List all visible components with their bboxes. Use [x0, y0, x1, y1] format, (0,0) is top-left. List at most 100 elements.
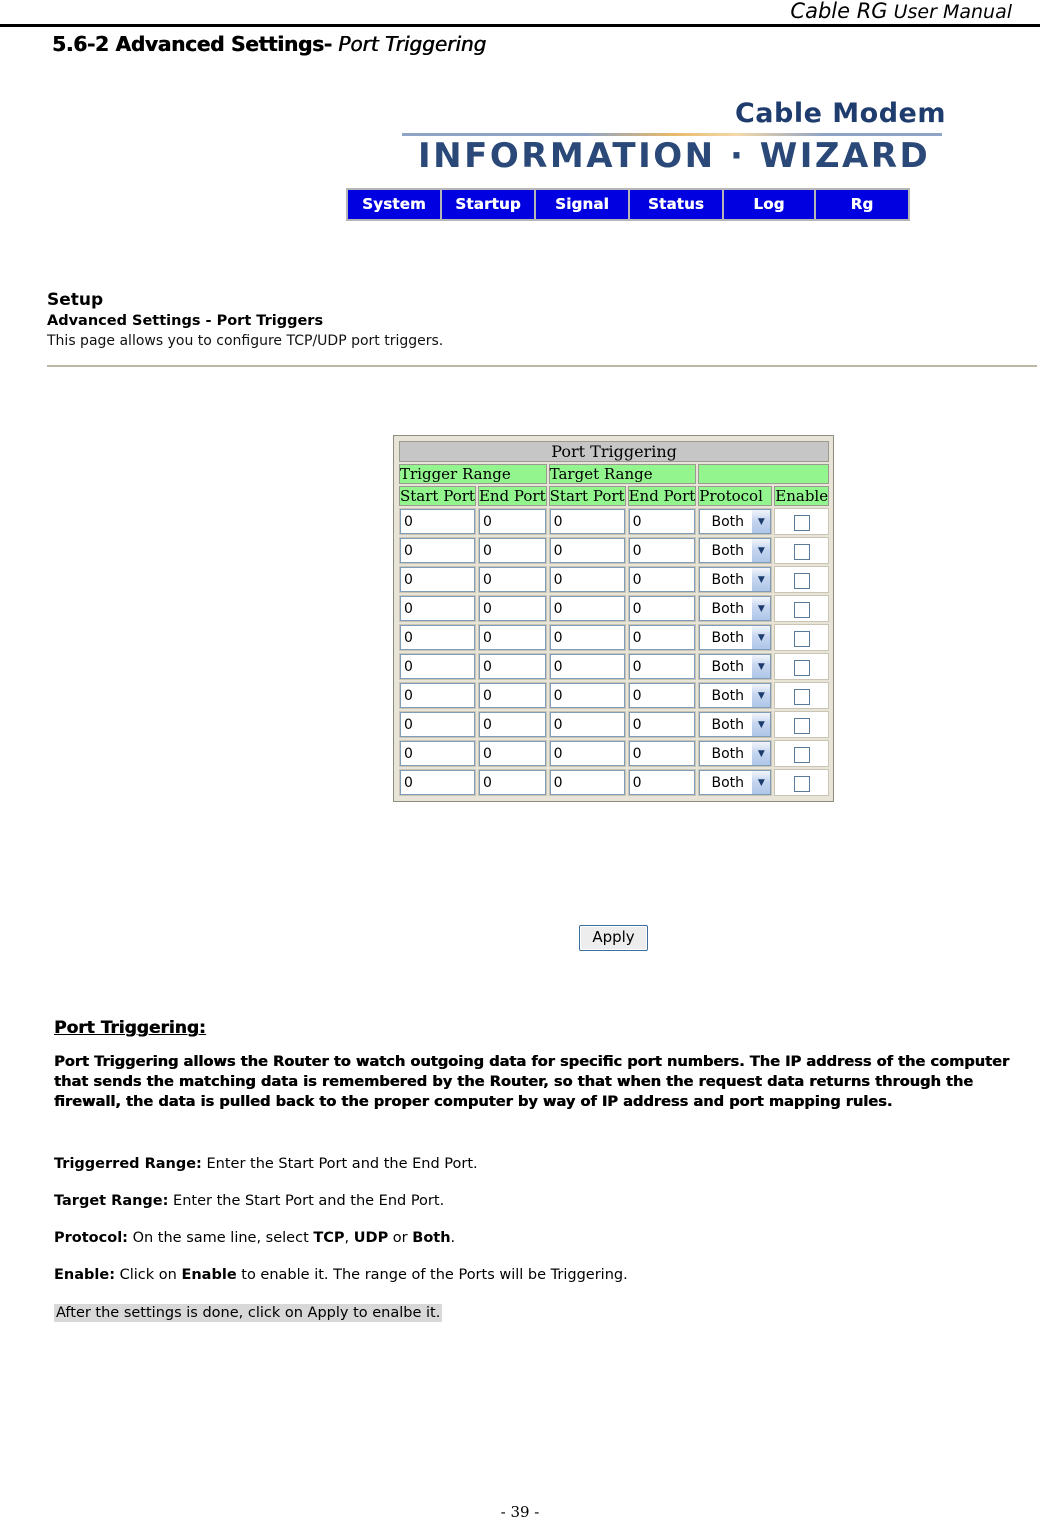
cell-target-start: [548, 508, 626, 535]
trigger-start-input[interactable]: [400, 712, 475, 737]
target-end-input[interactable]: [628, 741, 696, 766]
target-end-input[interactable]: [628, 770, 696, 795]
target-end-input[interactable]: [628, 596, 696, 621]
target-start-input[interactable]: [549, 654, 625, 679]
protocol-select[interactable]: Both ▼: [699, 712, 772, 737]
target-end-input[interactable]: [628, 625, 696, 650]
target-start-input[interactable]: [549, 509, 625, 534]
trigger-start-input[interactable]: [400, 654, 475, 679]
protocol-select[interactable]: Both ▼: [699, 741, 772, 766]
target-start-input[interactable]: [549, 770, 625, 795]
chevron-down-icon: ▼: [751, 742, 771, 765]
cell-protocol: Both ▼: [698, 711, 773, 738]
enable-checkbox[interactable]: [793, 659, 810, 676]
definition-target-range: Target Range: Enter the Start Port and t…: [54, 1191, 1040, 1211]
target-end-input[interactable]: [628, 683, 696, 708]
target-start-input[interactable]: [549, 741, 625, 766]
protocol-select[interactable]: Both ▼: [699, 683, 772, 708]
section-name: Port Triggering: [331, 32, 487, 56]
table-row: Both ▼: [399, 624, 830, 651]
trigger-start-input[interactable]: [400, 625, 475, 650]
trigger-end-input[interactable]: [478, 654, 546, 679]
trigger-start-input[interactable]: [400, 596, 475, 621]
definition-triggerred-range: Triggerred Range: Enter the Start Port a…: [54, 1154, 1040, 1174]
trigger-end-input[interactable]: [478, 509, 546, 534]
trigger-start-input[interactable]: [400, 567, 475, 592]
target-end-input[interactable]: [628, 567, 696, 592]
protocol-select[interactable]: Both ▼: [699, 538, 772, 563]
target-end-input[interactable]: [628, 509, 696, 534]
trigger-end-input[interactable]: [478, 567, 546, 592]
target-start-input[interactable]: [549, 596, 625, 621]
enable-checkbox[interactable]: [793, 775, 810, 792]
definition-sep-2: or: [388, 1230, 413, 1246]
definition-term: Protocol:: [54, 1230, 128, 1246]
target-start-input[interactable]: [549, 538, 625, 563]
nav-tab-status[interactable]: Status: [630, 190, 722, 219]
protocol-select[interactable]: Both ▼: [699, 567, 772, 592]
protocol-select[interactable]: Both ▼: [699, 654, 772, 679]
apply-button[interactable]: Apply: [579, 925, 648, 951]
section-number: 5.6-2 Advanced Settings-: [52, 32, 332, 56]
enable-checkbox[interactable]: [793, 543, 810, 560]
trigger-end-input[interactable]: [478, 683, 546, 708]
table-column-header-row: Start Port End Port Start Port End Port …: [399, 486, 830, 506]
trigger-end-input[interactable]: [478, 741, 546, 766]
trigger-start-input[interactable]: [400, 683, 475, 708]
enable-checkbox[interactable]: [793, 514, 810, 531]
enable-checkbox[interactable]: [793, 688, 810, 705]
trigger-end-input[interactable]: [478, 596, 546, 621]
protocol-select-value: Both: [711, 513, 745, 530]
trigger-start-input[interactable]: [400, 509, 475, 534]
protocol-select-value: Both: [711, 542, 745, 559]
trigger-end-input[interactable]: [478, 538, 546, 563]
nav-tab-signal[interactable]: Signal: [536, 190, 628, 219]
enable-checkbox[interactable]: [793, 572, 810, 589]
protocol-select[interactable]: Both ▼: [699, 596, 772, 621]
cell-target-end: [627, 508, 697, 535]
target-start-input[interactable]: [549, 712, 625, 737]
cell-trigger-end: [477, 508, 547, 535]
cell-target-end: [627, 682, 697, 709]
enable-checkbox[interactable]: [793, 746, 810, 763]
trigger-start-input[interactable]: [400, 770, 475, 795]
cell-target-end: [627, 711, 697, 738]
nav-tab-log[interactable]: Log: [724, 190, 814, 219]
cell-protocol: Both ▼: [698, 624, 773, 651]
setup-panel: Setup Advanced Settings - Port Triggers …: [47, 290, 1037, 367]
cell-enable: [774, 653, 830, 680]
trigger-end-input[interactable]: [478, 712, 546, 737]
target-end-input[interactable]: [628, 538, 696, 563]
target-start-input[interactable]: [549, 567, 625, 592]
nav-tab-startup[interactable]: Startup: [442, 190, 534, 219]
trigger-end-input[interactable]: [478, 625, 546, 650]
table-row: Both ▼: [399, 740, 830, 767]
nav-tab-system[interactable]: System: [348, 190, 440, 219]
column-header-enable: Enable: [774, 486, 830, 506]
table-caption: Port Triggering: [399, 441, 830, 462]
cell-trigger-end: [477, 711, 547, 738]
target-end-input[interactable]: [628, 712, 696, 737]
enable-checkbox[interactable]: [793, 630, 810, 647]
cell-enable: [774, 537, 830, 564]
protocol-select[interactable]: Both ▼: [699, 509, 772, 534]
trigger-start-input[interactable]: [400, 741, 475, 766]
nav-tab-rg[interactable]: Rg: [816, 190, 908, 219]
protocol-select[interactable]: Both ▼: [699, 625, 772, 650]
cell-trigger-end: [477, 769, 547, 796]
cell-protocol: Both ▼: [698, 740, 773, 767]
explanation-section: Port Triggering: Port Triggering allows …: [54, 1018, 1040, 1322]
target-start-input[interactable]: [549, 625, 625, 650]
chevron-down-icon: ▼: [751, 713, 771, 736]
cell-trigger-start: [399, 711, 476, 738]
column-header-target-start-port: Start Port: [548, 486, 626, 506]
target-start-input[interactable]: [549, 683, 625, 708]
page-title: 5.6-2 Advanced Settings- Port Triggering: [52, 32, 486, 56]
trigger-start-input[interactable]: [400, 538, 475, 563]
protocol-select[interactable]: Both ▼: [699, 770, 772, 795]
enable-checkbox[interactable]: [793, 717, 810, 734]
enable-checkbox[interactable]: [793, 601, 810, 618]
trigger-end-input[interactable]: [478, 770, 546, 795]
target-end-input[interactable]: [628, 654, 696, 679]
definition-tail: .: [450, 1230, 456, 1246]
